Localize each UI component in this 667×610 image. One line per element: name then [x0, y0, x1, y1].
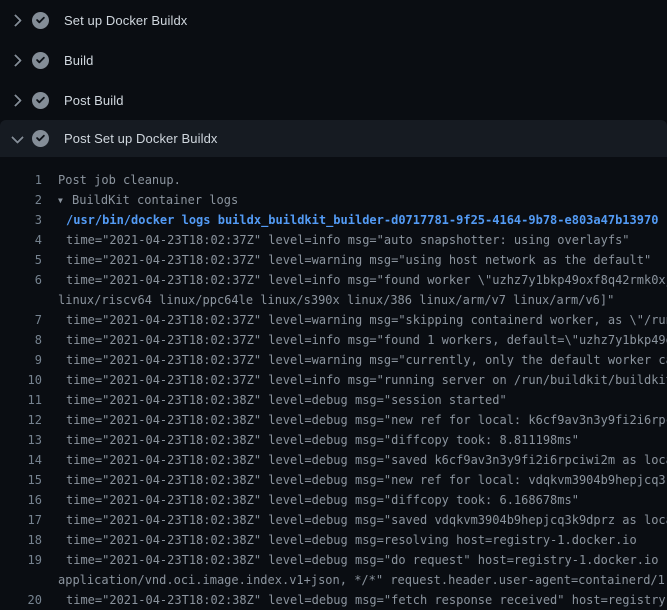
- log-line: 19 time="2021-04-23T18:02:38Z" level=debu…: [0, 550, 667, 570]
- line-number[interactable]: 20: [0, 590, 42, 610]
- line-number[interactable]: 13: [0, 430, 42, 450]
- log-text: time="2021-04-23T18:02:38Z" level=debug …: [66, 390, 507, 410]
- log-text: linux/riscv64 linux/ppc64le linux/s390x …: [58, 290, 614, 310]
- line-number: [0, 570, 42, 590]
- log-text: time="2021-04-23T18:02:38Z" level=debug …: [66, 550, 667, 570]
- chevron-down-icon: [10, 132, 24, 146]
- log-text: time="2021-04-23T18:02:38Z" level=debug …: [66, 430, 579, 450]
- step-label: Build: [64, 53, 93, 68]
- log-line: 14 time="2021-04-23T18:02:38Z" level=debu…: [0, 450, 667, 470]
- log-text: ▼BuildKit container logs: [58, 190, 238, 210]
- line-number[interactable]: 16: [0, 490, 42, 510]
- log-text: time="2021-04-23T18:02:38Z" level=debug …: [66, 510, 667, 530]
- log-line: 17 time="2021-04-23T18:02:38Z" level=debu…: [0, 510, 667, 530]
- log-line: 6 time="2021-04-23T18:02:37Z" level=info …: [0, 270, 667, 290]
- log-line: 20 time="2021-04-23T18:02:38Z" level=debu…: [0, 590, 667, 610]
- command-text: /usr/bin/docker logs buildx_buildkit_bui…: [66, 210, 658, 230]
- line-number[interactable]: 6: [0, 270, 42, 290]
- line-number[interactable]: 4: [0, 230, 42, 250]
- log-text: time="2021-04-23T18:02:37Z" level=warnin…: [66, 310, 667, 330]
- log-text: time="2021-04-23T18:02:37Z" level=info m…: [66, 370, 667, 390]
- line-number[interactable]: 11: [0, 390, 42, 410]
- line-number[interactable]: 14: [0, 450, 42, 470]
- chevron-right-icon: [10, 53, 24, 67]
- log-line: 13 time="2021-04-23T18:02:38Z" level=debu…: [0, 430, 667, 450]
- line-number[interactable]: 18: [0, 530, 42, 550]
- log-line: 10 time="2021-04-23T18:02:37Z" level=info…: [0, 370, 667, 390]
- line-number[interactable]: 7: [0, 310, 42, 330]
- line-number[interactable]: 9: [0, 350, 42, 370]
- log-line: 9 time="2021-04-23T18:02:37Z" level=warni…: [0, 350, 667, 370]
- line-number[interactable]: 12: [0, 410, 42, 430]
- line-number[interactable]: 5: [0, 250, 42, 270]
- log-text: time="2021-04-23T18:02:38Z" level=debug …: [66, 490, 579, 510]
- check-circle-icon: [32, 52, 49, 69]
- log-line: 1 Post job cleanup.: [0, 170, 667, 190]
- log-line: 16 time="2021-04-23T18:02:38Z" level=debu…: [0, 490, 667, 510]
- step-row-setup-docker-buildx[interactable]: Set up Docker Buildx: [0, 0, 667, 40]
- log-line: 7 time="2021-04-23T18:02:37Z" level=warni…: [0, 310, 667, 330]
- line-number[interactable]: 19: [0, 550, 42, 570]
- log-line-continuation: application/vnd.oci.image.index.v1+json,…: [0, 570, 667, 590]
- chevron-right-icon: [10, 93, 24, 107]
- log-lines: 1 Post job cleanup. 2 ▼BuildKit container l…: [0, 157, 667, 610]
- log-text: time="2021-04-23T18:02:37Z" level=info m…: [66, 230, 630, 250]
- log-text: time="2021-04-23T18:02:38Z" level=debug …: [66, 410, 667, 430]
- check-circle-icon: [32, 12, 49, 29]
- log-text: time="2021-04-23T18:02:37Z" level=info m…: [66, 330, 667, 350]
- log-line: 4 time="2021-04-23T18:02:37Z" level=info …: [0, 230, 667, 250]
- log-text: Post job cleanup.: [58, 170, 181, 190]
- log-text: time="2021-04-23T18:02:37Z" level=warnin…: [66, 350, 667, 370]
- log-text: time="2021-04-23T18:02:38Z" level=debug …: [66, 470, 667, 490]
- triangle-down-icon[interactable]: ▼: [58, 191, 72, 210]
- log-line: 11 time="2021-04-23T18:02:38Z" level=debu…: [0, 390, 667, 410]
- log-text: time="2021-04-23T18:02:38Z" level=debug …: [66, 450, 667, 470]
- line-number[interactable]: 1: [0, 170, 42, 190]
- line-number[interactable]: 8: [0, 330, 42, 350]
- log-text: application/vnd.oci.image.index.v1+json,…: [58, 570, 667, 590]
- group-title: BuildKit container logs: [72, 193, 238, 207]
- step-label: Set up Docker Buildx: [64, 13, 187, 28]
- log-line[interactable]: 2 ▼BuildKit container logs: [0, 190, 667, 210]
- log-text: time="2021-04-23T18:02:38Z" level=debug …: [66, 590, 667, 610]
- steps-list: Set up Docker Buildx Build Post Build Po…: [0, 0, 667, 157]
- log-text: time="2021-04-23T18:02:37Z" level=warnin…: [66, 250, 651, 270]
- log-line: 5 time="2021-04-23T18:02:37Z" level=warni…: [0, 250, 667, 270]
- log-line: 15 time="2021-04-23T18:02:38Z" level=debu…: [0, 470, 667, 490]
- chevron-right-icon: [10, 13, 24, 27]
- step-row-build[interactable]: Build: [0, 40, 667, 80]
- log-line: 18 time="2021-04-23T18:02:38Z" level=debu…: [0, 530, 667, 550]
- line-number[interactable]: 17: [0, 510, 42, 530]
- line-number[interactable]: 10: [0, 370, 42, 390]
- step-label: Post Build: [64, 93, 124, 108]
- line-number: [0, 290, 42, 310]
- log-line: 3/usr/bin/docker logs buildx_buildkit_bu…: [0, 210, 667, 230]
- line-number[interactable]: 3: [0, 210, 42, 230]
- log-text: time="2021-04-23T18:02:37Z" level=info m…: [66, 270, 667, 290]
- step-row-post-setup-docker-buildx[interactable]: Post Set up Docker Buildx: [0, 120, 667, 157]
- step-row-post-build[interactable]: Post Build: [0, 80, 667, 120]
- check-circle-icon: [32, 130, 49, 147]
- log-text: time="2021-04-23T18:02:38Z" level=debug …: [66, 530, 637, 550]
- log-line: 8 time="2021-04-23T18:02:37Z" level=info …: [0, 330, 667, 350]
- check-circle-icon: [32, 92, 49, 109]
- line-number[interactable]: 15: [0, 470, 42, 490]
- log-line: 12 time="2021-04-23T18:02:38Z" level=debu…: [0, 410, 667, 430]
- line-number[interactable]: 2: [0, 190, 42, 210]
- step-label: Post Set up Docker Buildx: [64, 131, 218, 146]
- log-line-continuation: linux/riscv64 linux/ppc64le linux/s390x …: [0, 290, 667, 310]
